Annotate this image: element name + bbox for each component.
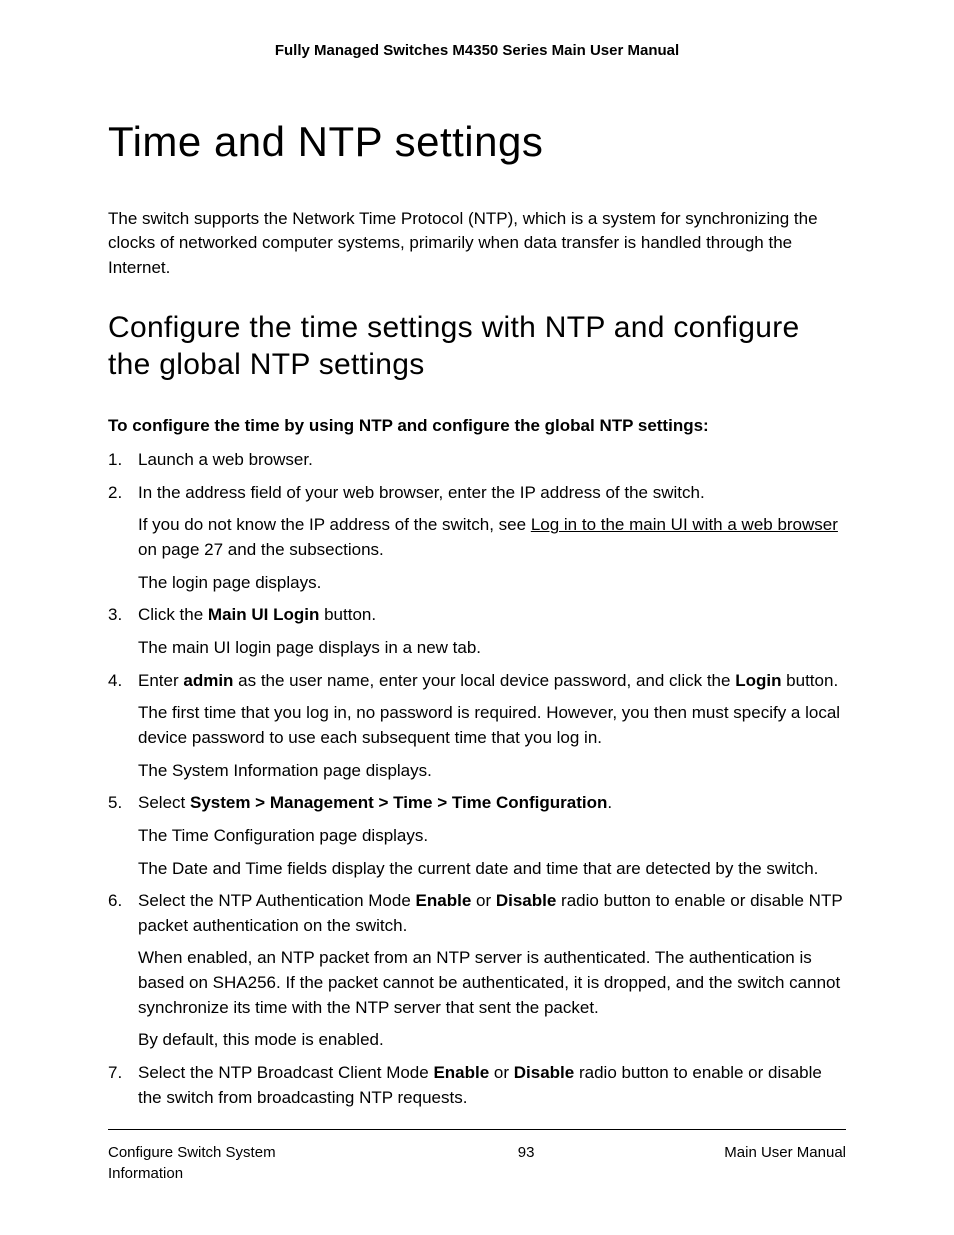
- text-fragment: button.: [781, 671, 838, 690]
- step-sub-paragraph: The main UI login page displays in a new…: [138, 636, 846, 661]
- running-header: Fully Managed Switches M4350 Series Main…: [108, 40, 846, 62]
- ui-label: Login: [735, 671, 781, 690]
- step-2: In the address field of your web browser…: [108, 481, 846, 596]
- cross-reference-link[interactable]: Log in to the main UI with a web browser: [531, 515, 838, 534]
- text-fragment: Select the NTP Broadcast Client Mode: [138, 1063, 433, 1082]
- ui-label: Enable: [416, 891, 472, 910]
- text-fragment: on page 27 and the subsections.: [138, 540, 384, 559]
- page-footer: Configure Switch System Information 93 M…: [108, 1129, 846, 1186]
- ui-menu-path: System > Management > Time > Time Config…: [190, 793, 607, 812]
- section-heading: Configure the time settings with NTP and…: [108, 309, 846, 384]
- ui-label: Disable: [496, 891, 556, 910]
- step-6: Select the NTP Authentication Mode Enabl…: [108, 889, 846, 1053]
- step-4: Enter admin as the user name, enter your…: [108, 669, 846, 784]
- text-fragment: If you do not know the IP address of the…: [138, 515, 531, 534]
- text-fragment: Click the: [138, 605, 208, 624]
- text-fragment: as the user name, enter your local devic…: [233, 671, 735, 690]
- step-5: Select System > Management > Time > Time…: [108, 791, 846, 881]
- intro-paragraph: The switch supports the Network Time Pro…: [108, 207, 846, 281]
- step-sub-paragraph: When enabled, an NTP packet from an NTP …: [138, 946, 846, 1020]
- step-text: In the address field of your web browser…: [138, 483, 705, 502]
- text-fragment: or: [489, 1063, 514, 1082]
- step-sub-paragraph: The Time Configuration page displays.: [138, 824, 846, 849]
- footer-manual-name: Main User Manual: [724, 1142, 846, 1164]
- procedure-list: Launch a web browser. In the address fie…: [108, 448, 846, 1110]
- ui-label: Main UI Login: [208, 605, 319, 624]
- text-fragment: .: [607, 793, 612, 812]
- ui-label: admin: [183, 671, 233, 690]
- text-fragment: Select: [138, 793, 190, 812]
- step-text: Launch a web browser.: [138, 450, 313, 469]
- ui-label: Enable: [433, 1063, 489, 1082]
- footer-section-name: Configure Switch System Information: [108, 1142, 328, 1186]
- text-fragment: button.: [319, 605, 376, 624]
- step-1: Launch a web browser.: [108, 448, 846, 473]
- step-sub-paragraph: The first time that you log in, no passw…: [138, 701, 846, 750]
- text-fragment: or: [471, 891, 496, 910]
- page-title: Time and NTP settings: [108, 112, 846, 173]
- step-sub-paragraph: The login page displays.: [138, 571, 846, 596]
- step-3: Click the Main UI Login button. The main…: [108, 603, 846, 660]
- step-sub-paragraph: The Date and Time fields display the cur…: [138, 857, 846, 882]
- step-sub-paragraph: The System Information page displays.: [138, 759, 846, 784]
- step-sub-paragraph: By default, this mode is enabled.: [138, 1028, 846, 1053]
- footer-page-number: 93: [328, 1142, 724, 1164]
- text-fragment: Select the NTP Authentication Mode: [138, 891, 416, 910]
- ui-label: Disable: [514, 1063, 574, 1082]
- step-sub-paragraph: If you do not know the IP address of the…: [138, 513, 846, 562]
- procedure-lead: To configure the time by using NTP and c…: [108, 414, 846, 439]
- text-fragment: Enter: [138, 671, 183, 690]
- step-7: Select the NTP Broadcast Client Mode Ena…: [108, 1061, 846, 1110]
